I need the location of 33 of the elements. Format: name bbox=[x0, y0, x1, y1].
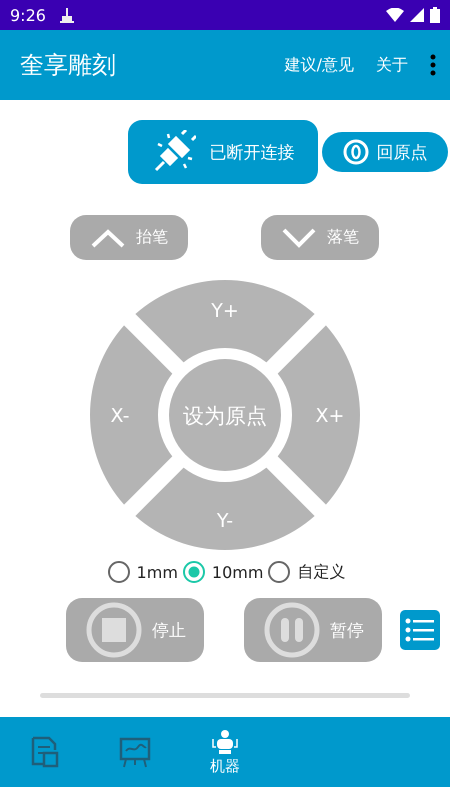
zero-icon bbox=[342, 139, 368, 165]
connection-button[interactable]: 已断开连接 bbox=[128, 120, 318, 184]
pen-down-button[interactable]: 落笔 bbox=[261, 215, 379, 260]
step-radio[interactable]: 1mm bbox=[106, 560, 178, 584]
app-title: 奎享雕刻 bbox=[20, 50, 117, 81]
notification-icon bbox=[58, 6, 76, 24]
jog-button[interactable]: X- bbox=[90, 325, 172, 505]
stop-button[interactable]: 停止 bbox=[66, 598, 204, 662]
signal-icon bbox=[410, 8, 424, 22]
nav-tab[interactable]: 机器 bbox=[180, 717, 270, 787]
menu-action[interactable]: 建议/意见 bbox=[284, 54, 354, 76]
jog-button[interactable]: Y+ bbox=[135, 280, 315, 362]
easel-icon bbox=[118, 735, 152, 769]
status-time: 9:26 bbox=[10, 6, 46, 24]
pause-button[interactable]: 暂停 bbox=[244, 598, 382, 662]
step-radio[interactable]: 自定义 bbox=[267, 560, 346, 584]
set-origin-button[interactable]: 设为原点 bbox=[169, 359, 281, 471]
document-icon bbox=[30, 735, 60, 769]
step-radio[interactable]: 10mm bbox=[182, 560, 264, 584]
jog-button[interactable]: X+ bbox=[278, 325, 360, 505]
return-home-button[interactable]: 回原点 bbox=[322, 132, 448, 172]
pen-up-button[interactable]: 抬笔 bbox=[70, 215, 188, 260]
robot-icon bbox=[210, 728, 240, 754]
wifi-icon bbox=[386, 8, 404, 22]
menu-action[interactable]: 关于 bbox=[376, 54, 408, 76]
chevron-down-icon bbox=[281, 228, 317, 248]
list-button[interactable] bbox=[400, 610, 440, 650]
jog-button[interactable]: Y- bbox=[135, 468, 315, 550]
overflow-menu-icon[interactable] bbox=[430, 54, 436, 76]
pause-icon bbox=[264, 602, 320, 658]
stop-icon bbox=[86, 602, 142, 658]
battery-icon bbox=[430, 7, 440, 23]
chevron-up-icon bbox=[90, 228, 126, 248]
